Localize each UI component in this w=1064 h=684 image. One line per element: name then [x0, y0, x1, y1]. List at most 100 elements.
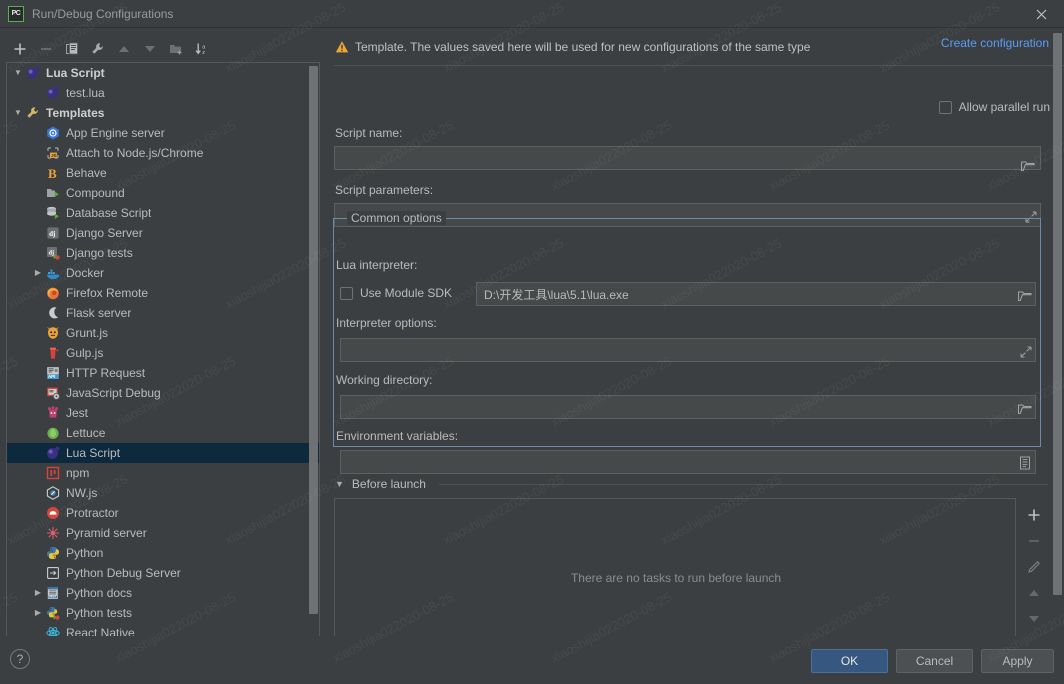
tree-item-http-request[interactable]: API HTTP Request: [7, 363, 319, 383]
move-up-button[interactable]: [112, 38, 136, 60]
tree-item-javascript-debug[interactable]: JavaScript Debug: [7, 383, 319, 403]
tree-item-django-tests[interactable]: dj Django tests: [7, 243, 319, 263]
configurations-tree[interactable]: ▼ Lua Script test.lua ▼ Templates App Engine …: [6, 62, 320, 662]
tree-item-flask-server[interactable]: Flask server: [7, 303, 319, 323]
run-debug-configurations-dialog: PC Run/Debug Configurations a z ▼ Lua Sc…: [0, 0, 1064, 684]
pyramid-icon: [45, 525, 61, 541]
title-bar: PC Run/Debug Configurations: [0, 0, 1064, 28]
copy-configuration-button[interactable]: [60, 38, 84, 60]
lua-icon: [25, 65, 41, 81]
template-warning-text: Template. The values saved here will be …: [355, 40, 811, 54]
grunt-icon: [45, 325, 61, 341]
tree-item-protractor[interactable]: Protractor: [7, 503, 319, 523]
tree-item-gulp-js[interactable]: Gulp.js: [7, 343, 319, 363]
allow-parallel-run-row[interactable]: Allow parallel run: [938, 100, 1050, 114]
environment-variables-label: Environment variables:: [336, 429, 459, 443]
tree-item-label: Grunt.js: [66, 326, 109, 340]
tree-item-python[interactable]: Python: [7, 543, 319, 563]
tree-item-test-lua[interactable]: test.lua: [7, 83, 319, 103]
chevron-right-icon[interactable]: ▶: [31, 589, 45, 597]
tree-item-python-debug-server[interactable]: Python Debug Server: [7, 563, 319, 583]
tree-item-jest[interactable]: Jest: [7, 403, 319, 423]
configuration-details-pane: Template. The values saved here will be …: [327, 28, 1064, 664]
edit-templates-button[interactable]: [86, 38, 110, 60]
use-module-sdk-checkbox[interactable]: [340, 286, 353, 300]
use-module-sdk-row[interactable]: Use Module SDK: [340, 286, 452, 300]
add-task-button[interactable]: [1021, 502, 1047, 528]
configurations-tree-pane: a z ▼ Lua Script test.lua ▼ Templates App Eng…: [0, 28, 326, 662]
add-configuration-button[interactable]: [8, 38, 32, 60]
tree-item-lua-script[interactable]: ▼ Lua Script: [7, 63, 319, 83]
sort-alphabetically-button[interactable]: a z: [190, 38, 214, 60]
javascript-debug-icon: [45, 385, 61, 401]
environment-variables-input[interactable]: [340, 450, 1036, 474]
tree-item-behave[interactable]: B Behave: [7, 163, 319, 183]
tree-item-lua-script[interactable]: Lua Script: [7, 443, 319, 463]
details-scrollbar-thumb[interactable]: [1053, 33, 1062, 595]
tree-item-label: Django Server: [66, 226, 143, 240]
tree-item-firefox-remote[interactable]: Firefox Remote: [7, 283, 319, 303]
tree-item-grunt-js[interactable]: Grunt.js: [7, 323, 319, 343]
tree-item-attach-to-node-js-chrome[interactable]: JS Attach to Node.js/Chrome: [7, 143, 319, 163]
script-name-input[interactable]: [334, 146, 1041, 170]
tree-item-nw-js[interactable]: NW.js: [7, 483, 319, 503]
interpreter-path-browse-icon[interactable]: [1017, 288, 1033, 304]
before-launch-header[interactable]: ▼ Before launch: [335, 477, 426, 491]
move-task-down-button[interactable]: [1021, 606, 1047, 632]
before-launch-twisty-icon[interactable]: ▼: [335, 479, 344, 489]
tree-item-pyramid-server[interactable]: Pyramid server: [7, 523, 319, 543]
chevron-right-icon[interactable]: ▶: [31, 269, 45, 277]
tree-scrollbar[interactable]: [309, 64, 318, 661]
help-button[interactable]: ?: [10, 649, 30, 669]
create-configuration-link[interactable]: Create configuration: [941, 36, 1049, 50]
interpreter-options-input[interactable]: [340, 338, 1036, 362]
lua-icon: [45, 85, 61, 101]
tree-item-label: HTTP Request: [66, 366, 146, 380]
tree-item-django-server[interactable]: dj Django Server: [7, 223, 319, 243]
close-icon[interactable]: [1019, 0, 1064, 28]
lettuce-icon: [45, 425, 61, 441]
environment-variables-edit-icon[interactable]: [1017, 455, 1033, 471]
move-task-up-button[interactable]: [1021, 580, 1047, 606]
allow-parallel-run-checkbox[interactable]: [938, 100, 952, 114]
chevron-right-icon[interactable]: ▶: [31, 609, 45, 617]
tree-item-database-script[interactable]: Database Script: [7, 203, 319, 223]
tree-item-templates[interactable]: ▼ Templates: [7, 103, 319, 123]
interpreter-path-input[interactable]: D:\开发工具\lua\5.1\lua.exe: [476, 282, 1036, 306]
interpreter-options-expand-icon[interactable]: [1018, 344, 1034, 360]
remove-configuration-button[interactable]: [34, 38, 58, 60]
svg-text:RST: RST: [49, 595, 57, 599]
tree-item-python-docs[interactable]: ▶ RST Python docs: [7, 583, 319, 603]
move-down-button[interactable]: [138, 38, 162, 60]
before-launch-title: Before launch: [351, 477, 426, 491]
tree-item-label: test.lua: [66, 86, 105, 100]
tree-item-app-engine-server[interactable]: App Engine server: [7, 123, 319, 143]
tree-item-docker[interactable]: ▶ Docker: [7, 263, 319, 283]
apply-button[interactable]: Apply: [981, 649, 1054, 673]
create-folder-button[interactable]: [164, 38, 188, 60]
svg-text:dj: dj: [49, 250, 55, 257]
before-launch-divider: [439, 484, 1048, 485]
edit-task-button[interactable]: [1021, 554, 1047, 580]
nodejs-attach-icon: JS: [45, 145, 61, 161]
remove-task-button[interactable]: [1021, 528, 1047, 554]
chevron-down-icon[interactable]: ▼: [11, 69, 25, 77]
tree-item-npm[interactable]: npm: [7, 463, 319, 483]
ok-button[interactable]: OK: [811, 649, 888, 673]
cancel-button[interactable]: Cancel: [896, 649, 973, 673]
chevron-down-icon[interactable]: ▼: [11, 109, 25, 117]
tree-scrollbar-thumb[interactable]: [309, 66, 318, 614]
tree-item-label: Django tests: [66, 246, 133, 260]
tree-item-python-tests[interactable]: ▶ Python tests: [7, 603, 319, 623]
working-directory-browse-icon[interactable]: [1017, 401, 1033, 417]
tree-item-lettuce[interactable]: Lettuce: [7, 423, 319, 443]
script-name-browse-icon[interactable]: [1020, 158, 1036, 174]
details-scrollbar[interactable]: [1053, 33, 1062, 623]
working-directory-input[interactable]: [340, 395, 1036, 419]
python-debug-server-icon: [45, 565, 61, 581]
behave-icon: B: [45, 165, 61, 181]
tree-item-compound[interactable]: Compound: [7, 183, 319, 203]
common-options-legend: Common options: [347, 211, 446, 225]
python-docs-icon: RST: [45, 585, 61, 601]
tree-item-label: Compound: [66, 186, 125, 200]
